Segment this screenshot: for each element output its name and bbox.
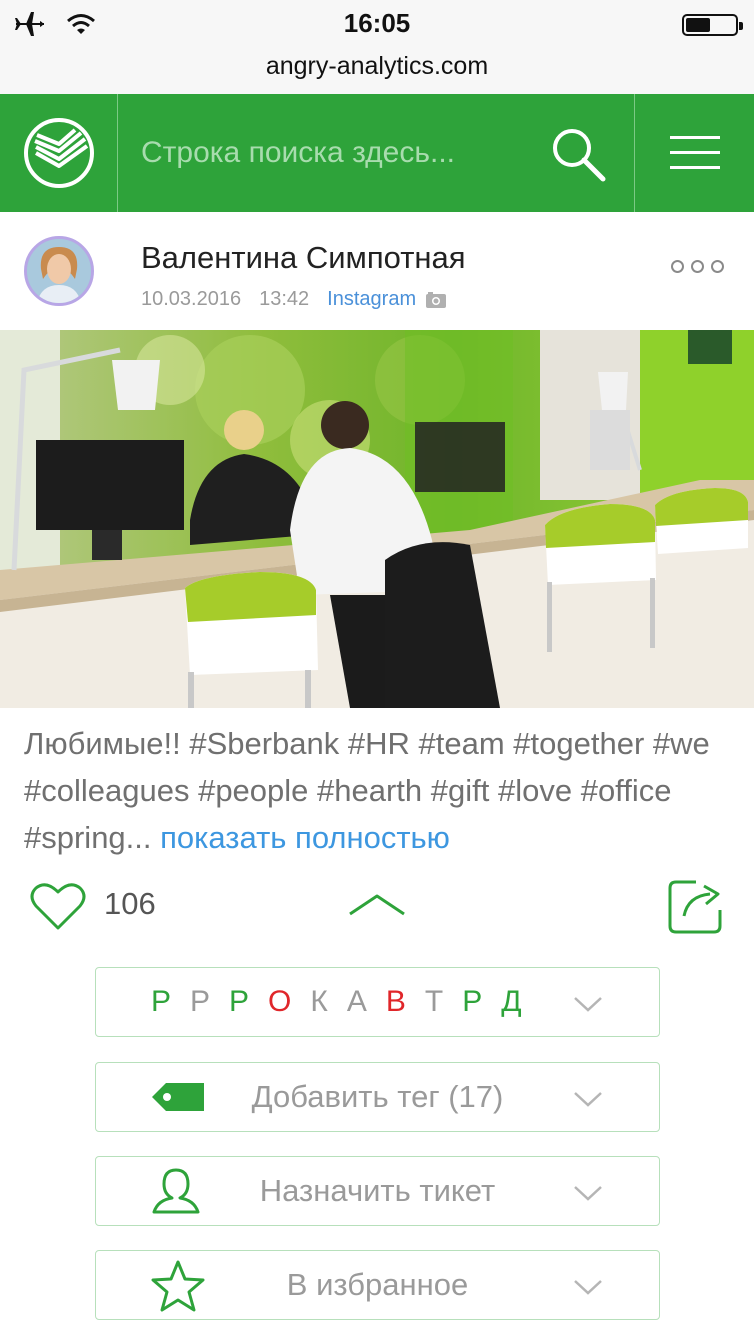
chevron-down-icon [574,1092,602,1107]
post-actions: 106 [0,872,754,942]
like-button[interactable] [30,880,86,937]
search-icon [553,129,606,182]
tone-rating-dropdown[interactable]: РРРОКАВТРД [95,967,660,1037]
search-input[interactable] [141,124,531,182]
chevron-down-icon [574,997,602,1012]
collapse-button[interactable] [346,890,408,923]
post-photo[interactable] [0,330,754,708]
show-more-link[interactable]: показать полностью [160,820,450,855]
logo-button[interactable] [0,94,118,212]
search-area [119,94,634,212]
chevron-up-icon [349,894,405,916]
post-time: 13:42 [259,288,310,310]
app-header [0,94,754,212]
dot-icon [711,260,724,273]
post-date: 10.03.2016 [141,288,242,310]
dot-icon [691,260,704,273]
menu-button[interactable] [634,94,754,212]
tone-letter[interactable]: О [268,985,291,1019]
tone-letter[interactable]: Р [190,985,210,1019]
tone-letter[interactable]: Т [425,985,443,1019]
like-count: 106 [104,886,156,921]
share-button[interactable] [666,878,724,941]
status-time: 16:05 [343,8,411,38]
tone-letters: РРРОКАВТРД [151,968,522,1036]
dot-icon [671,260,684,273]
sberbank-logo-icon [23,118,94,188]
tone-letter[interactable]: Р [229,985,249,1019]
heart-icon [30,883,86,930]
chevron-down-icon [574,1280,602,1295]
chevron-down-icon [574,1186,602,1201]
tone-letter[interactable]: В [386,985,406,1019]
post-caption: Любимые!! #Sberbank #HR #team #together … [24,720,724,861]
camera-icon [426,291,447,308]
hamburger-menu-icon [669,136,720,169]
avatar-image [27,239,91,303]
tone-letter[interactable]: А [347,985,367,1019]
status-bar: 16:05 angry-analytics.com [0,0,754,94]
post-meta: 10.03.2016 13:42 Instagram [141,288,447,311]
tone-letter[interactable]: Д [501,985,521,1019]
office-photo-illustration [0,330,754,708]
post-source-link[interactable]: Instagram [327,288,416,311]
tone-letter[interactable]: Р [462,985,482,1019]
share-icon [668,880,722,934]
favorites-dropdown[interactable]: В избранное [95,1250,660,1320]
assign-ticket-dropdown[interactable]: Назначить тикет [95,1156,660,1226]
more-options-button[interactable] [671,260,724,273]
search-button[interactable] [548,124,608,184]
author-name[interactable]: Валентина Симпотная [141,240,466,276]
address-bar-url[interactable]: angry-analytics.com [0,52,754,81]
tone-letter[interactable]: К [310,985,327,1019]
tone-letter[interactable]: Р [151,985,171,1019]
post-header: Валентина Симпотная 10.03.2016 13:42 Ins… [0,212,754,330]
add-tag-dropdown[interactable]: Добавить тег (17) [95,1062,660,1132]
avatar[interactable] [24,236,94,306]
battery-icon [682,14,743,36]
